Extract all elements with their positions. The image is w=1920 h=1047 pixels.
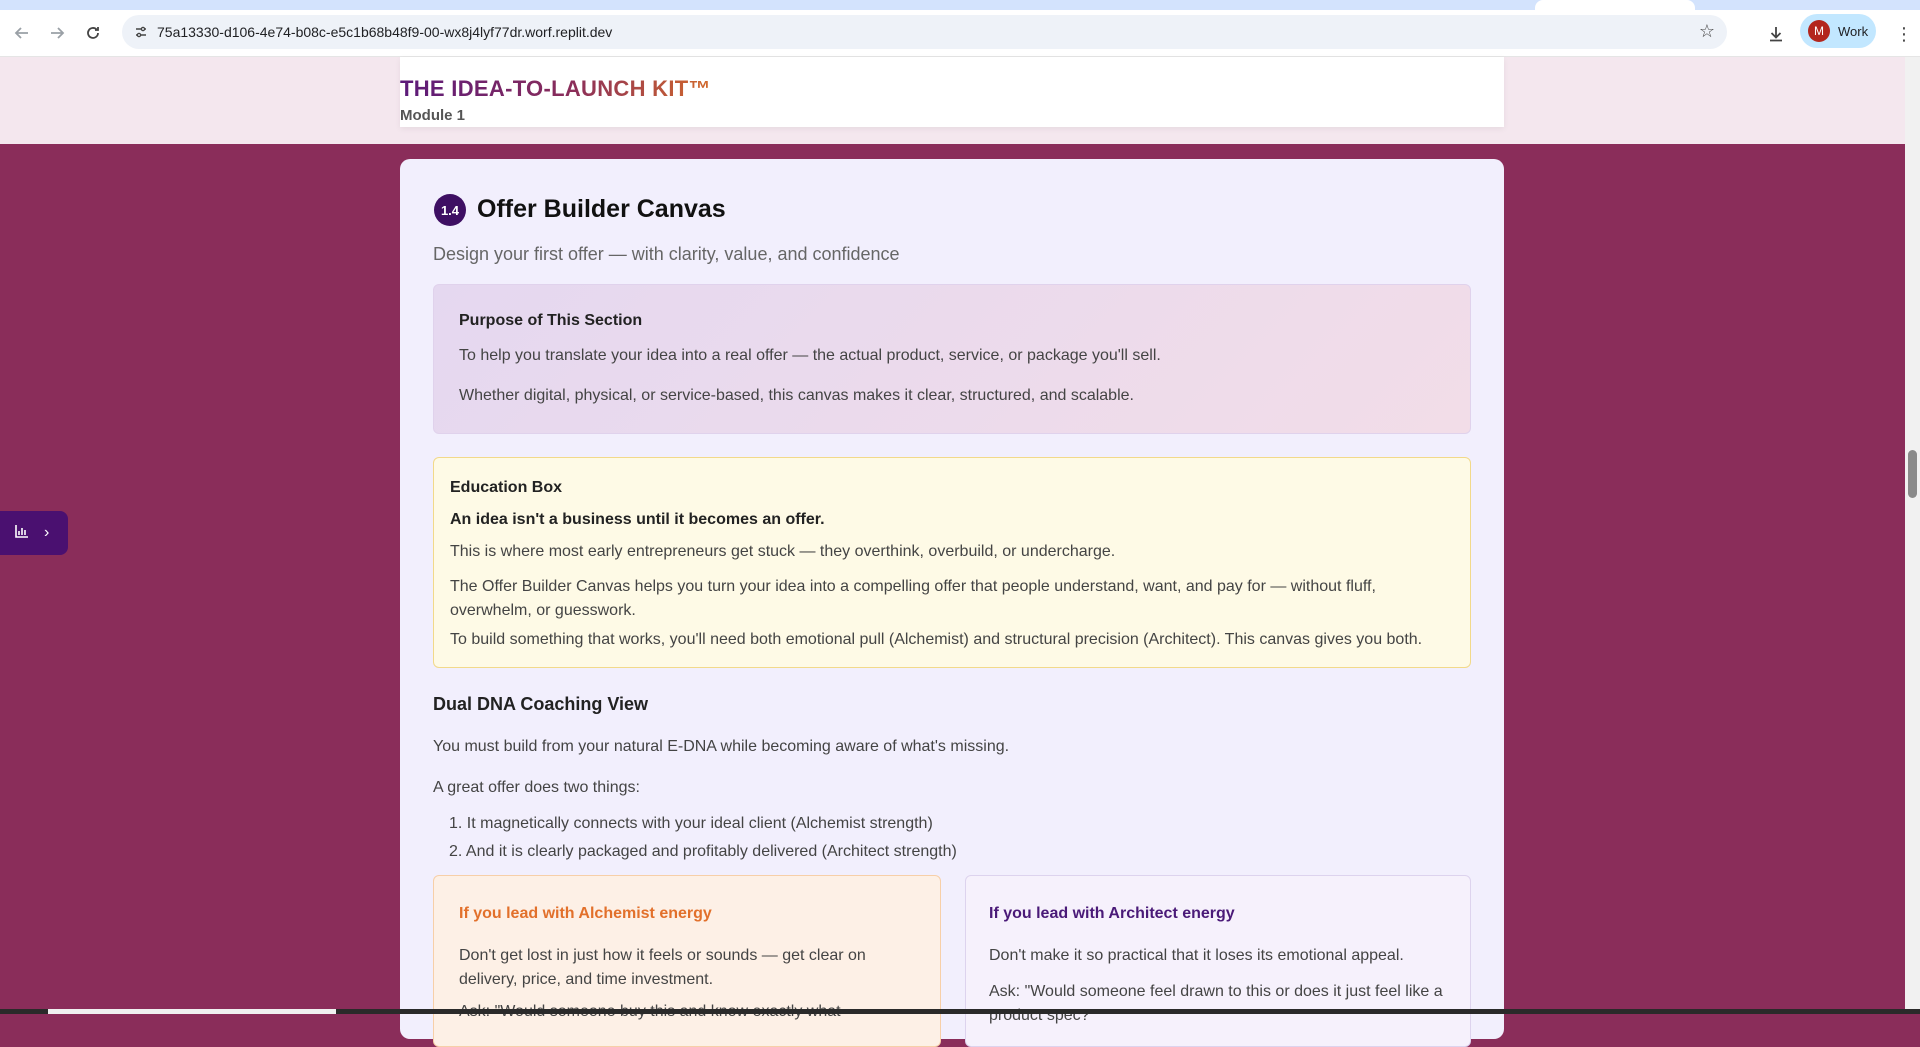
forward-arrow-icon[interactable]	[44, 20, 70, 46]
alchemist-box: If you lead with Alchemist energy Don't …	[433, 875, 941, 1047]
brand-title: THE IDEA-TO-LAUNCH KIT™	[400, 76, 711, 101]
scrollbar-thumb[interactable]	[1908, 450, 1917, 498]
education-text-2: The Offer Builder Canvas helps you turn …	[450, 578, 1376, 619]
architect-text-2: Ask: "Would someone feel drawn to this o…	[989, 983, 1443, 1024]
bookmark-star-icon[interactable]: ☆	[1699, 21, 1715, 42]
taskbar-strip	[0, 1009, 1920, 1014]
avatar: M	[1808, 20, 1830, 42]
section-title: Offer Builder Canvas	[477, 195, 726, 223]
list-item: 2. And it is clearly packaged and profit…	[449, 843, 957, 860]
architect-heading: If you lead with Architect energy	[989, 905, 1235, 922]
dna-heading: Dual DNA Coaching View	[433, 694, 649, 714]
taskbar-segment	[48, 1009, 336, 1014]
dna-list: 1. It magnetically connects with your id…	[449, 810, 957, 866]
list-item: 1. It magnetically connects with your id…	[449, 815, 933, 832]
purpose-text-1: To help you translate your idea into a r…	[459, 347, 1161, 364]
dna-text-2: A great offer does two things:	[433, 779, 640, 796]
module-label: Module 1	[400, 107, 466, 124]
alchemist-heading: If you lead with Alchemist energy	[459, 905, 712, 922]
back-arrow-icon[interactable]	[9, 20, 35, 46]
more-menu-icon[interactable]: ⋮	[1895, 22, 1913, 46]
education-lead: An idea isn't a business until it become…	[450, 511, 825, 528]
bar-chart-icon	[14, 523, 30, 544]
section-number-badge: 1.4	[434, 194, 466, 226]
architect-box: If you lead with Architect energy Don't …	[965, 875, 1471, 1047]
education-box: Education Box An idea isn't a business u…	[433, 457, 1471, 668]
education-heading: Education Box	[450, 479, 563, 496]
reload-icon[interactable]	[80, 20, 106, 46]
purpose-text-2: Whether digital, physical, or service-ba…	[459, 387, 1134, 404]
education-text-1: This is where most early entrepreneurs g…	[450, 543, 1116, 560]
address-bar[interactable]: 75a13330-d106-4e74-b08c-e5c1b68b48f9-00-…	[122, 15, 1727, 49]
site-header: THE IDEA-TO-LAUNCH KIT™ Module 1	[400, 57, 1504, 127]
url-text[interactable]: 75a13330-d106-4e74-b08c-e5c1b68b48f9-00-…	[157, 24, 612, 40]
purpose-heading: Purpose of This Section	[459, 312, 643, 329]
chevron-right-icon: ›	[44, 524, 50, 541]
site-settings-icon[interactable]	[132, 23, 150, 41]
analytics-panel-toggle[interactable]: ›	[0, 511, 68, 555]
download-icon[interactable]	[1764, 22, 1788, 46]
active-tab[interactable]	[1535, 0, 1695, 10]
alchemist-text: Don't get lost in just how it feels or s…	[459, 947, 866, 988]
section-subtitle: Design your first offer — with clarity, …	[433, 244, 900, 264]
profile-name: Work	[1838, 23, 1869, 39]
tab-strip	[0, 0, 1920, 10]
dna-text-1: You must build from your natural E-DNA w…	[433, 738, 1010, 755]
purpose-box: Purpose of This Section To help you tran…	[433, 284, 1471, 434]
profile-button[interactable]: M Work	[1800, 14, 1876, 48]
page-scrollbar[interactable]	[1905, 57, 1920, 1014]
browser-toolbar: 75a13330-d106-4e74-b08c-e5c1b68b48f9-00-…	[0, 10, 1920, 57]
section-card: 1.4 Offer Builder Canvas Design your fir…	[400, 159, 1504, 1047]
education-text-3: To build something that works, you'll ne…	[450, 631, 1423, 648]
architect-text: Don't make it so practical that it loses…	[989, 947, 1404, 964]
